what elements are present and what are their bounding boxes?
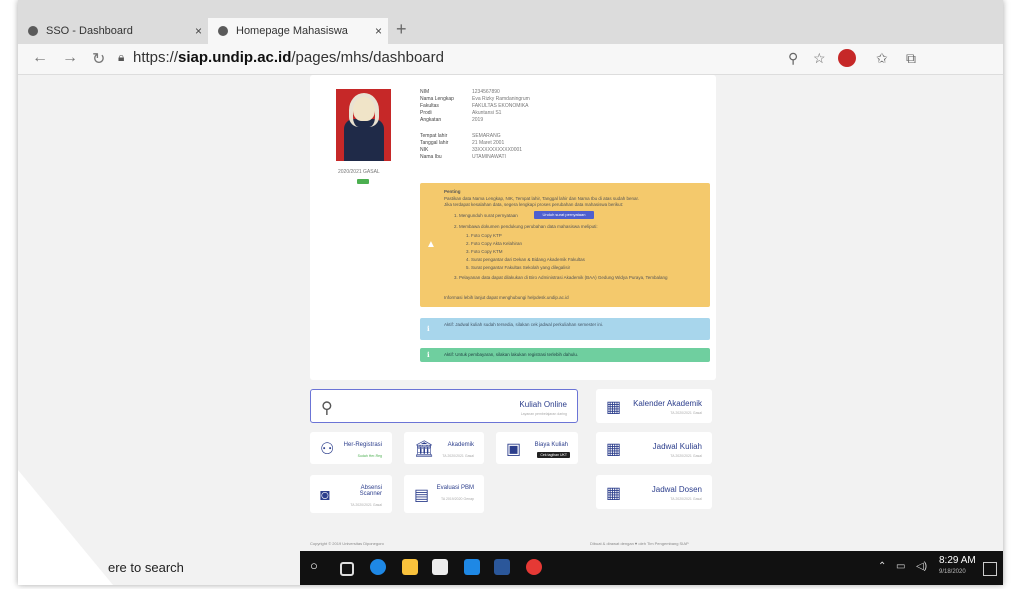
chrome-icon[interactable] xyxy=(526,559,542,575)
calendar-icon: ▦ xyxy=(606,485,622,502)
kalender-akademik-tile[interactable]: ▦ Kalender Akademik TA 2020/2021 Gasal xyxy=(596,389,712,423)
evaluation-icon: ▤ xyxy=(414,487,430,504)
her-registrasi-tile[interactable]: ⚇ Her-Registrasi Sudah Her-Reg xyxy=(310,432,392,464)
photo-edge-shadow xyxy=(18,470,113,585)
biaya-kuliah-tile[interactable]: ▣ Biaya Kuliah Cek tagihan UKT xyxy=(496,432,578,464)
task-view-icon[interactable] xyxy=(340,562,354,576)
mail-icon[interactable] xyxy=(464,559,480,575)
profile-field: NIK 33XXXXXXXXXX0001 xyxy=(420,147,523,153)
warning-icon: ▲ xyxy=(426,239,436,250)
profile-card: 2020/2021 GASAL NIM 1234567890 Nama Lengk… xyxy=(310,75,716,380)
file-explorer-icon[interactable] xyxy=(402,559,418,575)
user-icon: ⚇ xyxy=(320,441,335,458)
profile-field: Prodi Akuntansi S1 xyxy=(420,110,502,116)
money-icon: ▣ xyxy=(506,441,522,458)
store-icon[interactable] xyxy=(432,559,448,575)
tab-homepage-mahasiswa[interactable]: Homepage Mahasiswa × xyxy=(208,18,388,44)
favorite-star-icon[interactable]: ☆ xyxy=(813,50,826,67)
profile-field: Nama Ibu UTAMINAWATI xyxy=(420,154,506,160)
akademik-tile[interactable]: 🏛︎ Akademik TA 2020/2021 Gasal xyxy=(404,432,484,464)
tab-close-icon[interactable]: × xyxy=(375,24,382,38)
tab-label: Homepage Mahasiswa xyxy=(236,25,348,37)
forward-icon[interactable]: → xyxy=(62,49,78,67)
billing-badge[interactable]: Cek tagihan UKT xyxy=(537,452,570,458)
address-bar: ← → ↻ 🔒︎ https://siap.undip.ac.id/pages/… xyxy=(18,44,1003,75)
lock-icon[interactable]: 🔒︎ xyxy=(118,50,124,65)
volume-icon[interactable]: ◁) xyxy=(916,561,927,572)
notice-title: Penting xyxy=(444,189,461,194)
clock-date[interactable]: 9/18/2020 xyxy=(939,569,966,575)
tray-arrow-icon[interactable]: ⌃ xyxy=(878,561,886,572)
page-content: 2020/2021 GASAL NIM 1234567890 Nama Lengk… xyxy=(18,75,1003,555)
profile-field: NIM 1234567890 xyxy=(420,89,500,95)
notification-icon[interactable] xyxy=(983,562,997,576)
footer-copyright: Copyright © 2019 Universitas Diponegoro xyxy=(310,541,384,546)
status-badge xyxy=(357,179,369,184)
tab-bar: SSO - Dashboard × Homepage Mahasiswa × + xyxy=(18,0,1003,44)
taskbar: ere to search ○ ⌃ ▭ ◁) 8:29 AM 9/18/2020 xyxy=(18,551,1003,585)
absensi-scanner-tile[interactable]: ◙ Absensi Scanner TA 2020/2021 Gasal xyxy=(310,475,392,513)
edge-icon[interactable] xyxy=(370,559,386,575)
url-field[interactable]: https://siap.undip.ac.id/pages/mhs/dashb… xyxy=(133,49,444,66)
tab-close-icon[interactable]: × xyxy=(195,24,202,38)
tab-sso-dashboard[interactable]: SSO - Dashboard × xyxy=(18,18,208,44)
info-notice: ℹ Aktif: Jadwal kuliah sudah tersedia, s… xyxy=(420,318,710,340)
back-icon[interactable]: ← xyxy=(32,49,48,67)
calendar-icon: ▦ xyxy=(606,399,622,416)
jadwal-dosen-tile[interactable]: ▦ Jadwal Dosen TA 2020/2021 Gasal xyxy=(596,475,712,509)
download-statement-button[interactable]: Unduh surat pernyataan xyxy=(534,211,594,219)
screenshot-frame: SSO - Dashboard × Homepage Mahasiswa × +… xyxy=(18,0,1003,585)
new-tab-button[interactable]: + xyxy=(396,19,407,40)
tab-favicon-icon xyxy=(28,26,38,36)
info-icon: ℹ xyxy=(427,352,430,359)
clock-time[interactable]: 8:29 AM xyxy=(939,555,976,566)
evaluasi-pbm-tile[interactable]: ▤ Evaluasi PBM TA 2019/2020 Genap xyxy=(404,475,484,513)
word-icon[interactable] xyxy=(494,559,510,575)
info-icon: ℹ xyxy=(427,326,430,333)
favorites-list-icon[interactable]: ✩ xyxy=(876,50,888,67)
period-label: 2020/2021 GASAL xyxy=(338,169,380,175)
success-notice: ℹ Aktif: Untuk pembayaran, silakan lakuk… xyxy=(420,348,710,362)
profile-field: Tanggal lahir 21 Maret 2001 xyxy=(420,140,505,146)
network-icon[interactable]: ▭ xyxy=(896,561,905,572)
calendar-icon: ▦ xyxy=(606,441,622,458)
zoom-icon[interactable]: ⚲ xyxy=(788,50,798,67)
profile-field: Fakultas FAKULTAS EKONOMIKA xyxy=(420,103,529,109)
tab-label: SSO - Dashboard xyxy=(46,25,133,37)
collections-icon[interactable]: ⧉ xyxy=(906,50,916,67)
jadwal-kuliah-tile[interactable]: ▦ Jadwal Kuliah TA 2020/2021 Gasal xyxy=(596,432,712,464)
profile-field: Nama Lengkap Eva Rizky Ramdaningrum xyxy=(420,96,530,102)
extension-icon[interactable] xyxy=(838,49,856,67)
institution-icon: 🏛︎ xyxy=(414,441,435,458)
important-notice: ▲ Penting Pastikan data Nama Lengkap, NI… xyxy=(420,183,710,307)
search-icon[interactable]: ○ xyxy=(310,558,326,574)
kuliah-online-tile[interactable]: ⚲ Kuliah Online Layanan pembelajaran dar… xyxy=(310,389,578,423)
refresh-icon[interactable]: ↻ xyxy=(92,49,105,69)
footer-credit: Dibuat & dirawat dengan ♥ oleh Tim Penge… xyxy=(590,541,689,546)
profile-field: Angkatan 2019 xyxy=(420,117,484,123)
student-photo xyxy=(336,89,391,161)
profile-field: Tempat lahir SEMARANG xyxy=(420,133,501,139)
lightbulb-icon: ⚲ xyxy=(321,400,333,417)
camera-icon: ◙ xyxy=(320,487,330,504)
tab-favicon-icon xyxy=(218,26,228,36)
